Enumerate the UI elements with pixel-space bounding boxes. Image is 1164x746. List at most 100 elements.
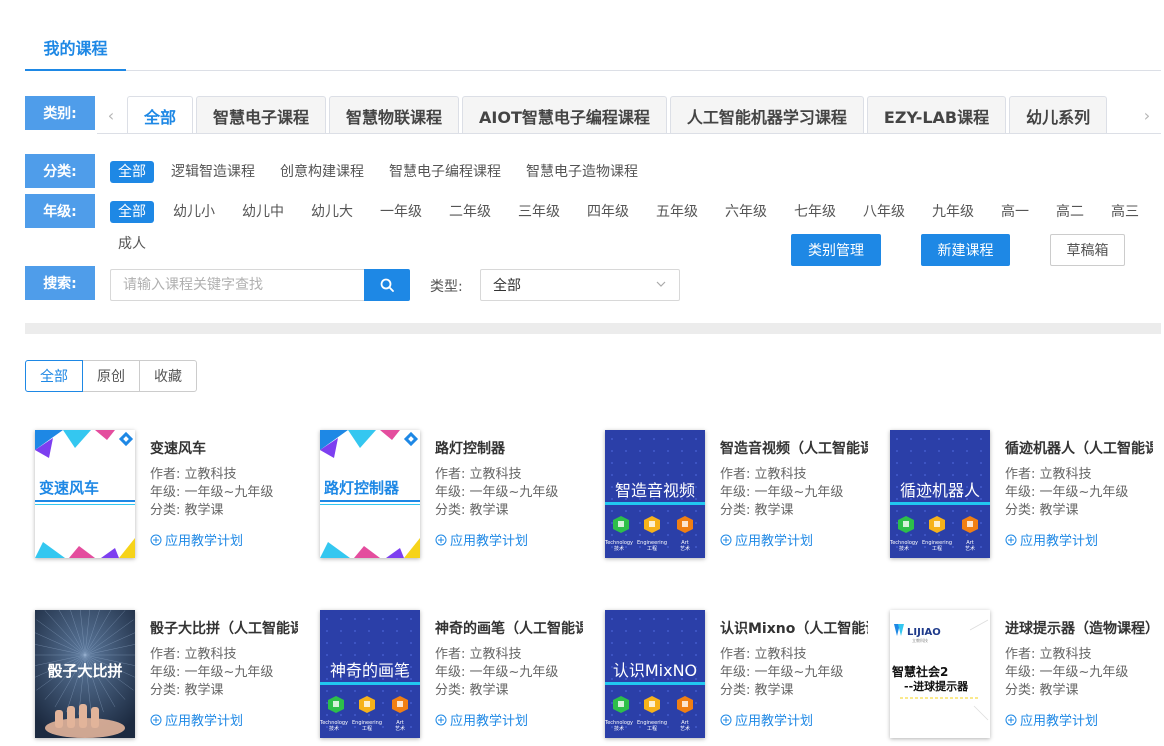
apply-plan-link[interactable]: 应用教学计划 [720,530,813,549]
type-filter-label: 分类: [25,154,95,188]
grade-chip[interactable]: 幼儿大 [303,201,361,223]
course-thumbnail[interactable]: LIJIAO 立教科技 智慧社会2 --进球提示器 [890,610,990,738]
course-category: 分类: 教学课 [150,503,224,518]
course-card[interactable]: 变速风车 变速风车 作者: 立教科技 年级: 一年级~九年级 分类: 教学课 应用教学计… [25,430,295,560]
category-tab[interactable]: 幼儿系列 [1009,96,1108,133]
grade-chip[interactable]: 五年级 [648,201,706,223]
grade-chip[interactable]: 二年级 [441,201,499,223]
apply-plan-link[interactable]: 应用教学计划 [435,710,528,729]
svg-text:认识MixNO: 认识MixNO [613,661,697,680]
type-chip[interactable]: 创意构建课程 [272,161,372,183]
plus-circle-icon [435,714,447,725]
svg-text:路灯控制器: 路灯控制器 [324,479,400,497]
course-title[interactable]: 骰子大比拼（人工智能课程） [150,618,298,638]
svg-text:工程: 工程 [647,725,657,732]
apply-plan-label: 应用教学计划 [735,534,814,549]
course-thumbnail[interactable]: 神奇的画笔 Technology 技术 Engineering 工程 Art 艺… [320,610,420,738]
type-chip[interactable]: 全部 [110,161,154,183]
grade-chip[interactable]: 幼儿中 [234,201,292,223]
tab-my-courses[interactable]: 我的课程 [25,24,126,71]
course-title[interactable]: 变速风车 [150,438,298,458]
apply-plan-link[interactable]: 应用教学计划 [435,530,528,549]
course-thumbnail[interactable]: 智造音视频 Technology 技术 Engineering 工程 Art 艺… [605,430,705,558]
apply-plan-link[interactable]: 应用教学计划 [1005,530,1098,549]
category-tab[interactable]: 智慧电子课程 [196,96,327,133]
grade-chip[interactable]: 幼儿小 [165,201,223,223]
svg-text:技术: 技术 [899,545,909,552]
course-card[interactable]: 路灯控制器 路灯控制器 作者: 立教科技 年级: 一年级~九年级 分类: 教学课 应用教… [310,430,580,560]
search-button[interactable] [364,269,410,301]
grade-chip[interactable]: 四年级 [579,201,637,223]
course-category: 分类: 教学课 [435,503,509,518]
category-tab[interactable]: 全部 [127,96,194,133]
svg-text:技术: 技术 [614,725,624,732]
grade-chip[interactable]: 成人 [110,233,154,255]
course-card[interactable]: 循迹机器人 Technology 技术 Engineering 工程 Art 艺… [880,430,1153,560]
category-manage-button[interactable]: 类别管理 [791,234,881,266]
type-select[interactable]: 全部 [480,269,680,301]
drafts-button[interactable]: 草稿箱 [1050,234,1125,266]
apply-plan-link[interactable]: 应用教学计划 [150,710,243,729]
grade-chip[interactable]: 六年级 [717,201,775,223]
plus-circle-icon [1005,714,1017,725]
course-title[interactable]: 智造音视频（人工智能课程） [720,438,868,458]
course-title[interactable]: 神奇的画笔（人工智能课程） [435,618,583,638]
chevron-right-icon[interactable]: › [1133,96,1161,133]
type-chip[interactable]: 智慧电子编程课程 [381,161,509,183]
search-input[interactable] [110,269,365,301]
course-title[interactable]: 进球提示器（造物课程） [1005,618,1153,638]
course-author: 作者: 立教科技 [150,467,237,482]
course-card[interactable]: 神奇的画笔 Technology 技术 Engineering 工程 Art 艺… [310,610,583,740]
course-title[interactable]: 循迹机器人（人工智能课程） [1005,438,1153,458]
course-card[interactable]: 骰子大比拼 骰子大比拼（人工智能课程） 作者: 立教科技年级: 一年级~九年级分类… [25,610,298,740]
course-thumbnail[interactable]: 骰子大比拼 [35,610,135,738]
grade-chip[interactable]: 三年级 [510,201,568,223]
grade-chip[interactable]: 九年级 [924,201,982,223]
segment-button[interactable]: 全部 [25,360,83,392]
segment-button[interactable]: 原创 [82,360,140,392]
apply-plan-link[interactable]: 应用教学计划 [1005,710,1098,729]
plus-circle-icon [150,534,162,545]
grade-filter-chips: 全部 幼儿小 幼儿中 幼儿大 一年级 二年级 三年级 四年级 五年级 六年级 七年级 八年级 九年级 高一… [110,201,1158,223]
course-card[interactable]: 智造音视频 Technology 技术 Engineering 工程 Art 艺… [595,430,868,560]
svg-text:立教科技: 立教科技 [912,637,928,643]
category-tab[interactable]: AIOT智慧电子编程课程 [462,96,667,133]
course-title[interactable]: 认识Mixno（人工智能课程） [720,618,868,638]
category-tab[interactable]: EZY-LAB课程 [866,96,1007,133]
plus-circle-icon [150,714,162,725]
svg-text:骰子大比拼: 骰子大比拼 [47,662,122,680]
type-chip[interactable]: 逻辑智造课程 [163,161,263,183]
grade-chip[interactable]: 全部 [110,201,154,223]
type-filter-chips: 全部 逻辑智造课程 创意构建课程 智慧电子编程课程 智慧电子造物课程 [110,161,655,183]
apply-plan-link[interactable]: 应用教学计划 [150,530,243,549]
grade-chip[interactable]: 高三 [1103,201,1147,223]
course-title[interactable]: 路灯控制器 [435,438,583,458]
new-course-button[interactable]: 新建课程 [921,234,1010,266]
course-category: 分类: 教学课 [150,683,224,698]
course-thumbnail[interactable]: 路灯控制器 [320,430,420,558]
chevron-left-icon[interactable]: ‹ [97,96,125,133]
svg-text:艺术: 艺术 [395,725,405,732]
grade-chip[interactable]: 七年级 [786,201,844,223]
svg-text:艺术: 艺术 [680,725,690,732]
course-thumbnail[interactable]: 变速风车 [35,430,135,558]
course-thumbnail[interactable]: 循迹机器人 Technology 技术 Engineering 工程 Art 艺… [890,430,990,558]
grade-chip[interactable]: 一年级 [372,201,430,223]
course-author: 作者: 立教科技 [435,467,522,482]
category-label: 类别: [25,96,95,130]
course-card[interactable]: 认识MixNO Technology 技术 Engineering 工程 Art… [595,610,868,740]
course-grade: 年级: 一年级~九年级 [1005,665,1129,680]
grade-chip[interactable]: 高二 [1048,201,1092,223]
category-tab[interactable]: 人工智能机器学习课程 [669,96,864,133]
grade-chip[interactable]: 高一 [993,201,1037,223]
category-tab[interactable]: 智慧物联课程 [329,96,460,133]
course-card[interactable]: LIJIAO 立教科技 智慧社会2 --进球提示器 进球提示器（造物课程） 作者:… [880,610,1153,740]
svg-text:智慧社会2: 智慧社会2 [891,664,948,679]
type-chip[interactable]: 智慧电子造物课程 [518,161,646,183]
svg-text:变速风车: 变速风车 [39,479,99,497]
course-author: 作者: 立教科技 [720,647,807,662]
grade-chip[interactable]: 八年级 [855,201,913,223]
segment-button[interactable]: 收藏 [139,360,197,392]
apply-plan-link[interactable]: 应用教学计划 [720,710,813,729]
course-thumbnail[interactable]: 认识MixNO Technology 技术 Engineering 工程 Art… [605,610,705,738]
